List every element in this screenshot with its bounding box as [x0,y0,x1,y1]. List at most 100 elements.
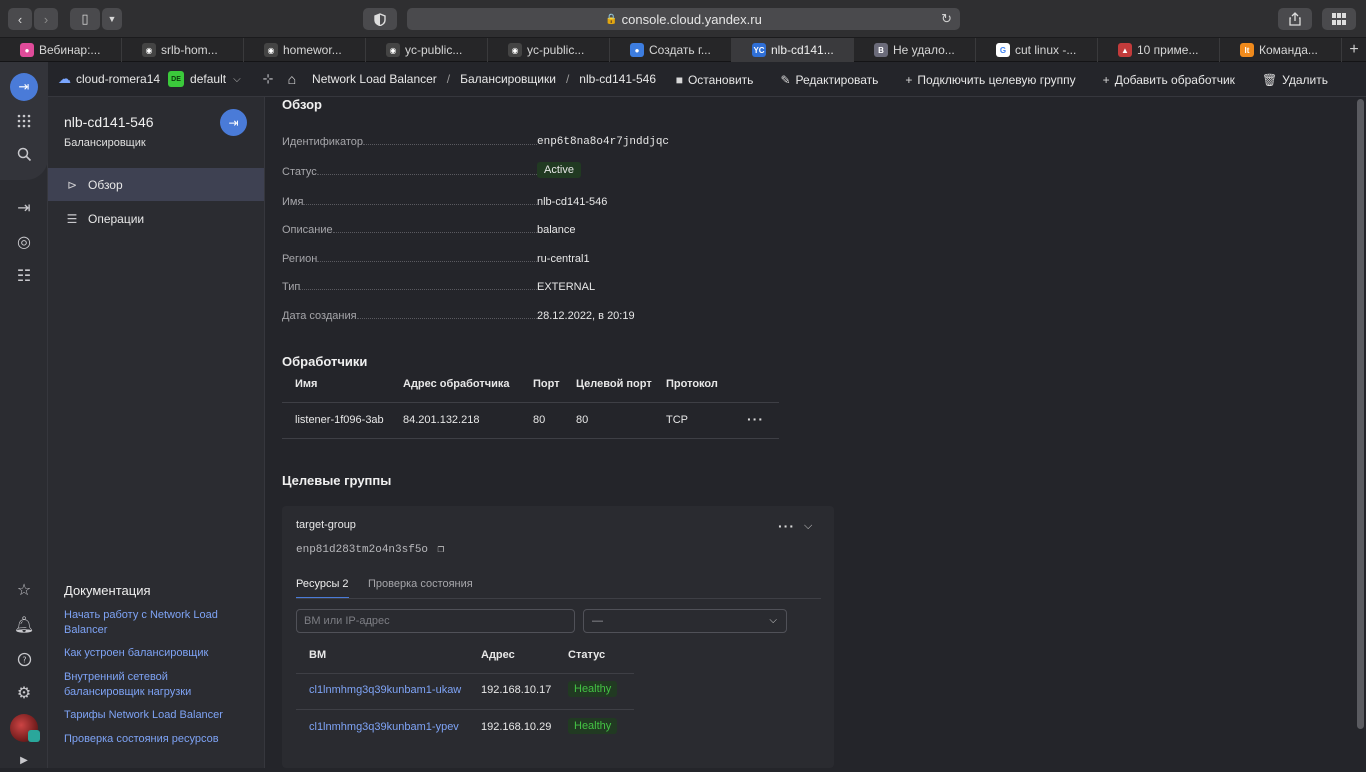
overview-property: Дата создания 28.12.2022, в 20:19 [282,306,842,322]
services-grid-icon[interactable] [12,109,36,133]
sidebar-item-overview[interactable]: ⊳ Обзор [48,168,264,201]
app-rail: ⇥ ⇥ ◎ ☷ ☆ 🔔︎ ? ⚙ ▶ [0,62,48,768]
property-key: Описание [282,224,333,236]
browser-tab[interactable]: ● Вебинар:... [0,38,122,62]
target-group-name: target-group [296,519,356,531]
property-key: Регион [282,253,318,265]
help-icon[interactable]: ? [12,647,36,671]
scrollbar-thumb[interactable] [1357,99,1364,729]
browser-tab[interactable]: ● Создать г... [610,38,732,62]
overview-title: Обзор [282,97,322,112]
breadcrumb-nlb[interactable]: Network Load Balancer [312,72,437,86]
service-logo-icon[interactable]: ⇥ [10,73,38,101]
address-bar[interactable]: 🔒 console.cloud.yandex.ru ↻ [407,8,960,30]
gear-icon[interactable]: ⚙ [12,681,36,705]
action-label: Подключить целевую группу [917,72,1076,87]
property-key: Дата создания [282,310,357,322]
listeners-column-header: Имя [295,378,318,390]
copy-icon[interactable]: ❐ [438,544,445,556]
favicon-icon: ◉ [264,43,278,57]
browser-tab-label: Команда... [1259,43,1318,57]
sidebar-toggle-icon[interactable]: ▯ [70,8,100,30]
attach-target-group-button[interactable]: + Подключить целевую группу [905,73,1075,87]
browser-tab[interactable]: YC nlb-cd141... [732,38,854,62]
browser-tab[interactable]: ▲ 10 приме... [1098,38,1220,62]
tab-overview-icon[interactable] [1322,8,1356,30]
more-options-icon[interactable]: ··· [778,518,795,534]
browser-tab[interactable]: ◉ srlb-hom... [122,38,244,62]
property-value: ru-central1 [537,253,590,265]
cloud-icon: ☁ [58,71,71,86]
doc-link-health-checks[interactable]: Проверка состояния ресурсов [64,732,244,747]
load-balancer-icon: ⇥ [220,109,247,136]
vm-link[interactable]: cl1lnmhmg3q39kunbam1-ypev [309,721,459,733]
bell-icon[interactable]: 🔔︎ [12,613,36,637]
property-key: Тип [282,281,301,293]
reload-icon[interactable]: ↻ [941,11,952,27]
app-topbar: ☁ cloud-romera14 DE default ⌵ ⊹ ⌂ Networ… [48,62,1366,97]
back-button[interactable]: ‹ [8,8,32,30]
listener-cell: 84.201.132.218 [403,414,480,426]
list-check-icon[interactable]: ☷ [12,264,36,288]
browser-tab-label: Вебинар:... [39,43,101,57]
share-icon[interactable] [1278,8,1312,30]
property-key: Имя [282,196,304,208]
property-value: balance [537,224,576,236]
listener-cell: 80 [533,414,546,426]
property-value: nlb-cd141-546 [537,196,608,208]
new-tab-icon[interactable]: + [1342,38,1366,61]
browser-tab-label: yc-public... [405,43,463,57]
favicon-icon: ● [630,43,644,57]
target-icon[interactable]: ◎ [12,230,36,254]
action-label: Остановить [687,72,754,87]
browser-tab[interactable]: lt Команда... [1220,38,1342,62]
cloud-selector[interactable]: ☁ cloud-romera14 DE default ⌵ [58,71,241,87]
chevron-down-icon[interactable]: ▼ [102,8,122,30]
browser-tab[interactable]: ◉ yc-public... [488,38,610,62]
network-icon[interactable]: ⊹ [263,71,274,87]
chevron-down-icon: ⌵ [769,615,777,626]
add-listener-button[interactable]: + Добавить обработчик [1103,73,1235,87]
browser-tab[interactable]: B Не удало... [854,38,976,62]
list-icon: ☰ [66,211,78,226]
listeners-column-header: Порт [533,378,560,390]
vm-link[interactable]: cl1lnmhmg3q39kunbam1-ukaw [309,684,461,696]
doc-link-internal-nlb[interactable]: Внутренний сетевой балансировщик нагрузк… [64,670,214,700]
listener-more-options-icon[interactable]: ··· [747,411,764,427]
browser-toolbar: ‹ › ▯ ▼ 🔒 console.cloud.yandex.ru ↻ [0,0,1366,38]
tab-resources[interactable]: Ресурсы 2 [296,578,349,590]
home-icon[interactable]: ⌂ [288,71,296,87]
browser-tab[interactable]: ◉ yc-public... [366,38,488,62]
browser-tab-label: cut linux -... [1015,43,1077,57]
svg-text:?: ? [22,655,26,664]
listeners-title: Обработчики [282,354,368,369]
breadcrumb-balancers[interactable]: Балансировщики [460,72,556,86]
star-icon[interactable]: ☆ [12,578,36,602]
tab-health-check[interactable]: Проверка состояния [368,578,473,590]
sidebar-item-operations[interactable]: ☰ Операции [48,202,264,235]
search-icon[interactable] [12,142,36,166]
edit-icon: ✎ [780,72,791,87]
stop-button[interactable]: ■ Остановить [676,73,754,87]
edit-button[interactable]: ✎ Редактировать [780,73,878,87]
avatar-badge-icon [28,730,40,742]
expand-rail-icon[interactable]: ▶ [12,748,36,772]
delete-button[interactable]: 🗑 Удалить [1262,73,1328,87]
chevron-down-icon[interactable]: ⌵ [804,520,812,533]
doc-link-how-it-works[interactable]: Как устроен балансировщик [64,646,244,661]
doc-link-pricing[interactable]: Тарифы Network Load Balancer [64,708,244,723]
browser-tab[interactable]: ◉ homewor... [244,38,366,62]
add-listener-icon: + [1102,72,1110,87]
load-balancer-icon[interactable]: ⇥ [12,196,36,220]
lock-icon: 🔒 [605,13,618,25]
browser-tab[interactable]: Gcut linux -... [976,38,1098,62]
folder-name: default [190,72,227,86]
url-text: console.cloud.yandex.ru [621,11,762,27]
privacy-shield-icon[interactable] [363,8,397,30]
overview-property: Имя nlb-cd141-546 [282,192,842,208]
status-select[interactable]: — ⌵ [583,609,787,633]
doc-link-get-started[interactable]: Начать работу с Network Load Balancer [64,608,244,638]
forward-button[interactable]: › [34,8,58,30]
vm-search-input[interactable] [296,609,575,633]
browser-tab-label: yc-public... [527,43,585,57]
